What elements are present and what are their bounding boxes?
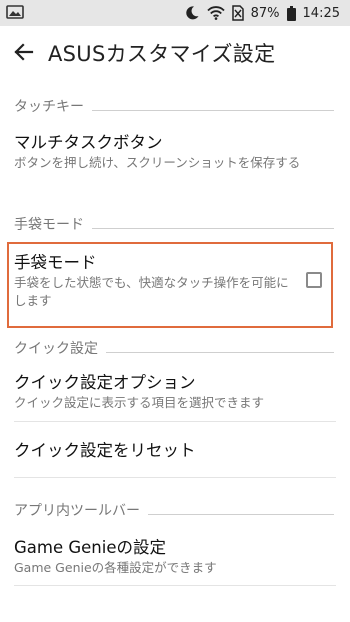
status-bar: 87% 14:25 [0,0,350,26]
section-header-quick-settings: クイック設定 [14,334,334,358]
item-title: クイック設定オプション [14,373,196,392]
section-divider [106,352,334,353]
clock: 14:25 [302,5,340,21]
section-header-in-app-toolbar: アプリ内ツールバー [14,496,334,520]
wifi-icon [206,6,225,20]
item-title: マルチタスクボタン [14,133,163,152]
multitask-button-item[interactable]: マルチタスクボタン ボタンを押し続け、スクリーンショットを保存する [14,132,336,172]
section-header-label: クイック設定 [14,341,98,357]
quick-settings-reset-item[interactable]: クイック設定をリセット [14,440,336,462]
arrow-back-icon[interactable] [12,40,38,64]
game-genie-settings-item[interactable]: Game Genieの設定 Game Genieの各種設定ができます [14,537,336,577]
section-header-touch-key: タッチキー [14,92,334,116]
image-icon [6,4,24,20]
item-summary: ボタンを押し続け、スクリーンショットを保存する [14,155,301,170]
section-header-label: アプリ内ツールバー [14,503,140,519]
item-summary: 手袋をした状態でも、快適なタッチ操作を可能にします [14,275,289,308]
item-summary: Game Genieの各種設定ができます [14,560,217,575]
moon-icon [184,5,200,21]
item-title: 手袋モード [14,253,97,272]
glove-mode-checkbox[interactable] [306,272,322,288]
item-title: Game Genieの設定 [14,538,166,557]
page-title: ASUSカスタマイズ設定 [48,42,276,66]
list-divider [14,477,336,478]
glove-mode-item[interactable]: 手袋モード 手袋をした状態でも、快適なタッチ操作を可能にします [14,252,294,310]
item-summary: クイック設定に表示する項目を選択できます [14,395,265,410]
no-sim-icon [231,5,244,21]
section-divider [92,228,334,229]
quick-settings-options-item[interactable]: クイック設定オプション クイック設定に表示する項目を選択できます [14,372,336,412]
section-header-label: タッチキー [14,99,84,115]
item-title: クイック設定をリセット [14,441,196,460]
list-divider [14,421,336,422]
list-divider [14,585,336,586]
section-header-label: 手袋モード [14,217,84,233]
section-divider [148,514,334,515]
app-bar: ASUSカスタマイズ設定 [0,26,350,78]
section-divider [92,110,334,111]
section-header-glove-mode: 手袋モード [14,210,334,234]
battery-percent: 87% [250,5,280,21]
battery-icon [286,5,296,21]
